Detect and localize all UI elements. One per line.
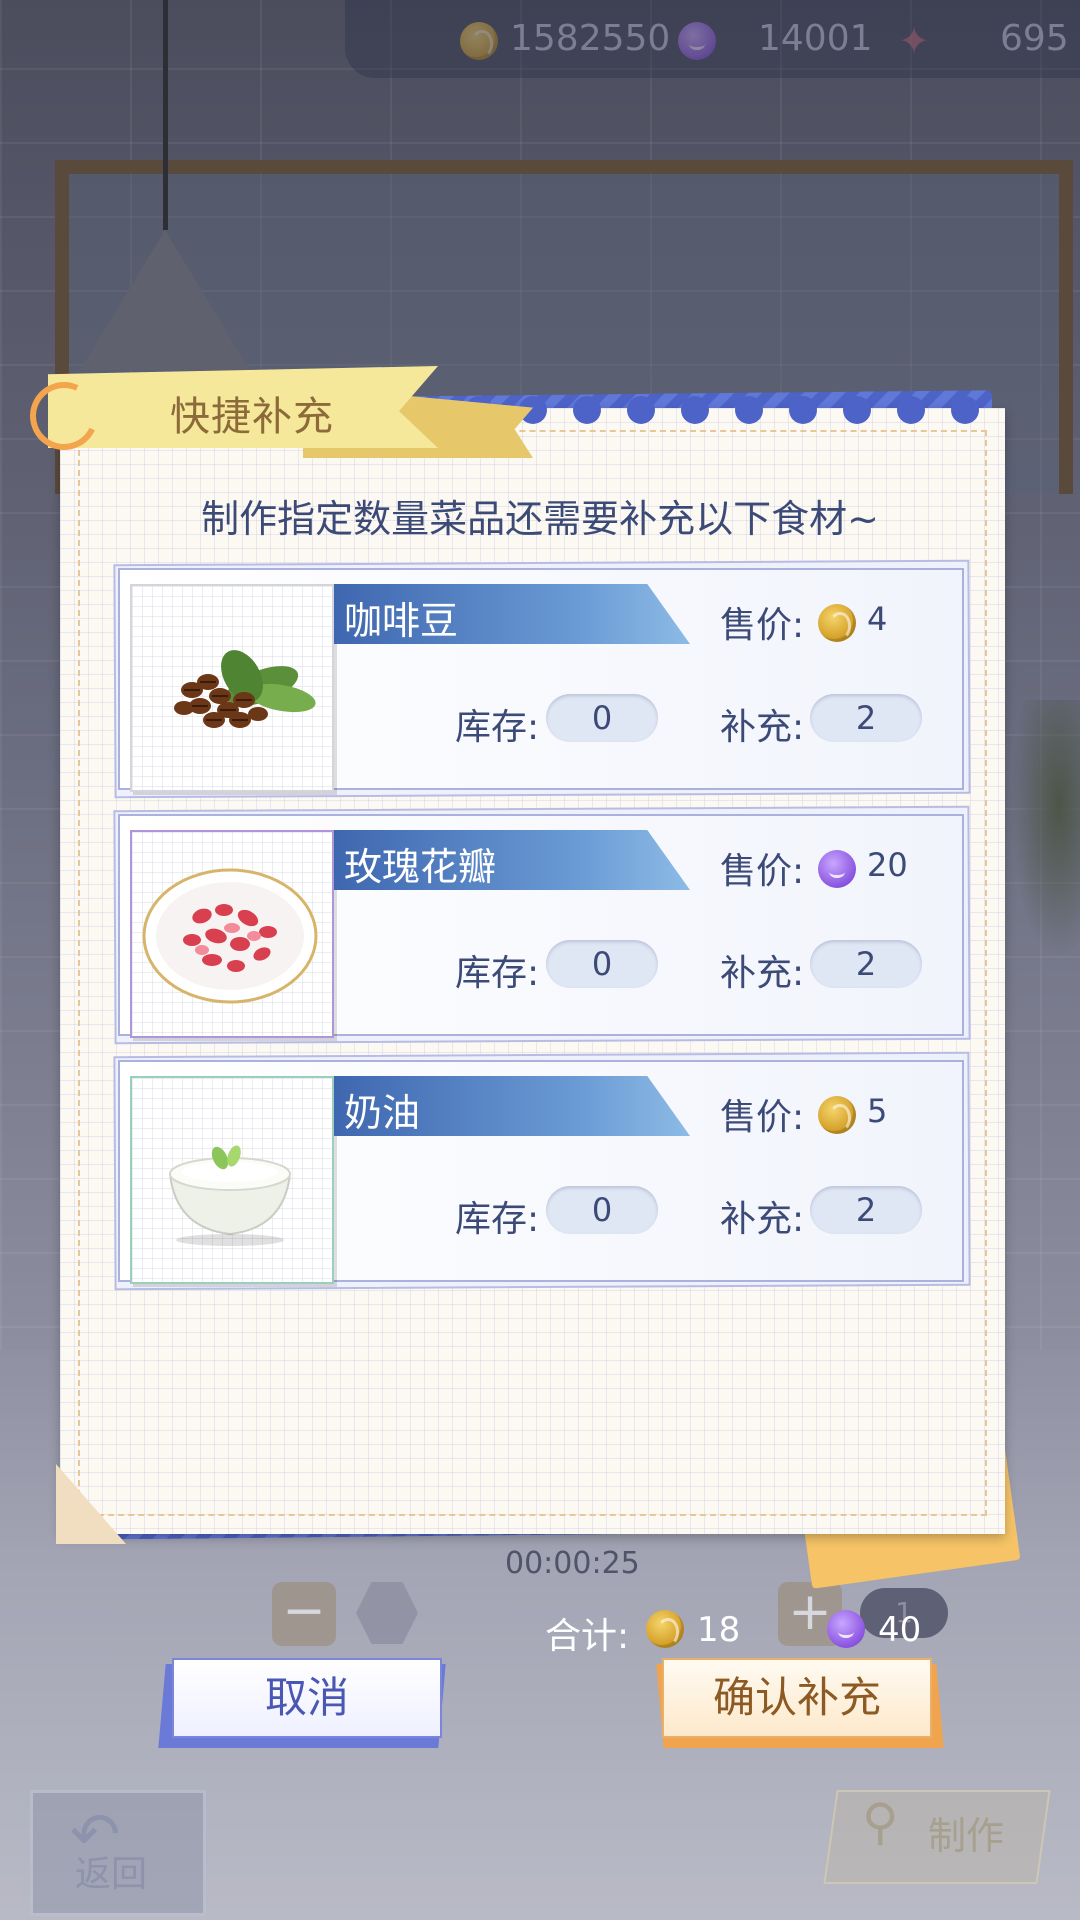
currency-bar: 1582550 14001 ✦ 695 bbox=[345, 0, 1080, 78]
supply-value: 2 bbox=[810, 1186, 922, 1234]
coin-balance: 1582550 bbox=[510, 18, 671, 59]
confirm-supply-button-label[interactable]: 确认补充 bbox=[662, 1658, 932, 1738]
ingredient-name: 咖啡豆 bbox=[344, 599, 459, 643]
coin-icon bbox=[460, 22, 498, 60]
ingredient-row: 奶油 售价: 5 库存: 0 补充: 2 bbox=[113, 1051, 971, 1291]
page-curl bbox=[56, 1464, 126, 1544]
supply-label: 补充: bbox=[720, 1199, 805, 1240]
ingredient-name: 玫瑰花瓣 bbox=[344, 845, 497, 889]
dialog-title: 快捷补充 bbox=[170, 394, 334, 440]
cream-bowl-icon bbox=[130, 1076, 334, 1284]
supply-value: 2 bbox=[810, 694, 922, 742]
price-label: 售价: bbox=[720, 851, 805, 892]
gem-icon bbox=[678, 22, 716, 60]
gem-balance: 14001 bbox=[758, 18, 873, 59]
title-ribbon: 快捷补充 bbox=[20, 366, 533, 460]
cook-timer: 00:00:25 bbox=[505, 1546, 640, 1581]
supply-label: 补充: bbox=[720, 953, 805, 994]
coin-icon bbox=[818, 604, 856, 642]
ingredient-row: 咖啡豆 售价: 4 库存: 0 补充: 2 bbox=[113, 559, 971, 799]
cancel-button-label[interactable]: 取消 bbox=[172, 1658, 442, 1738]
price-value: 20 bbox=[867, 846, 908, 884]
coin-icon bbox=[646, 1610, 684, 1648]
ingredient-row: 玫瑰花瓣 售价: 20 库存: 0 补充: 2 bbox=[113, 805, 971, 1045]
spatula-icon: ⚲ bbox=[862, 1793, 899, 1851]
make-button-label: 制作 bbox=[928, 1814, 1005, 1858]
swan-ticket-icon: ✦ bbox=[898, 19, 930, 63]
stock-label: 库存: bbox=[455, 953, 540, 994]
rose-petals-icon bbox=[130, 830, 334, 1038]
plant-decoration bbox=[1010, 700, 1080, 960]
stock-label: 库存: bbox=[455, 707, 540, 748]
ingredient-name: 奶油 bbox=[344, 1091, 421, 1135]
coffee-beans-icon bbox=[130, 584, 334, 792]
total-coin-cost: 18 bbox=[697, 1610, 741, 1650]
price-label: 售价: bbox=[720, 605, 805, 646]
binder-dots bbox=[465, 396, 1005, 426]
lamp-cord bbox=[163, 0, 168, 230]
lamp-icon bbox=[80, 230, 250, 370]
stock-label: 库存: bbox=[455, 1199, 540, 1240]
back-button-label: 返回 bbox=[75, 1854, 148, 1895]
price-label: 售价: bbox=[720, 1097, 805, 1138]
price-value: 4 bbox=[867, 600, 888, 638]
supply-value: 2 bbox=[810, 940, 922, 988]
gem-icon bbox=[818, 850, 856, 888]
coin-icon bbox=[818, 1096, 856, 1134]
ticket-balance: 695 bbox=[1000, 18, 1069, 59]
price-value: 5 bbox=[867, 1092, 888, 1130]
stock-value: 0 bbox=[546, 940, 658, 988]
total-gem-cost: 40 bbox=[878, 1610, 922, 1650]
confirm-supply-button[interactable]: 确认补充 bbox=[656, 1658, 944, 1748]
stock-value: 0 bbox=[546, 1186, 658, 1234]
cancel-button[interactable]: 取消 bbox=[158, 1658, 446, 1748]
gem-icon bbox=[827, 1610, 865, 1648]
decrease-quantity-button: − bbox=[272, 1582, 336, 1646]
stock-value: 0 bbox=[546, 694, 658, 742]
total-label: 合计: bbox=[545, 1616, 630, 1657]
supply-label: 补充: bbox=[720, 707, 805, 748]
instruction-text: 制作指定数量菜品还需要补充以下食材~ bbox=[201, 497, 879, 541]
